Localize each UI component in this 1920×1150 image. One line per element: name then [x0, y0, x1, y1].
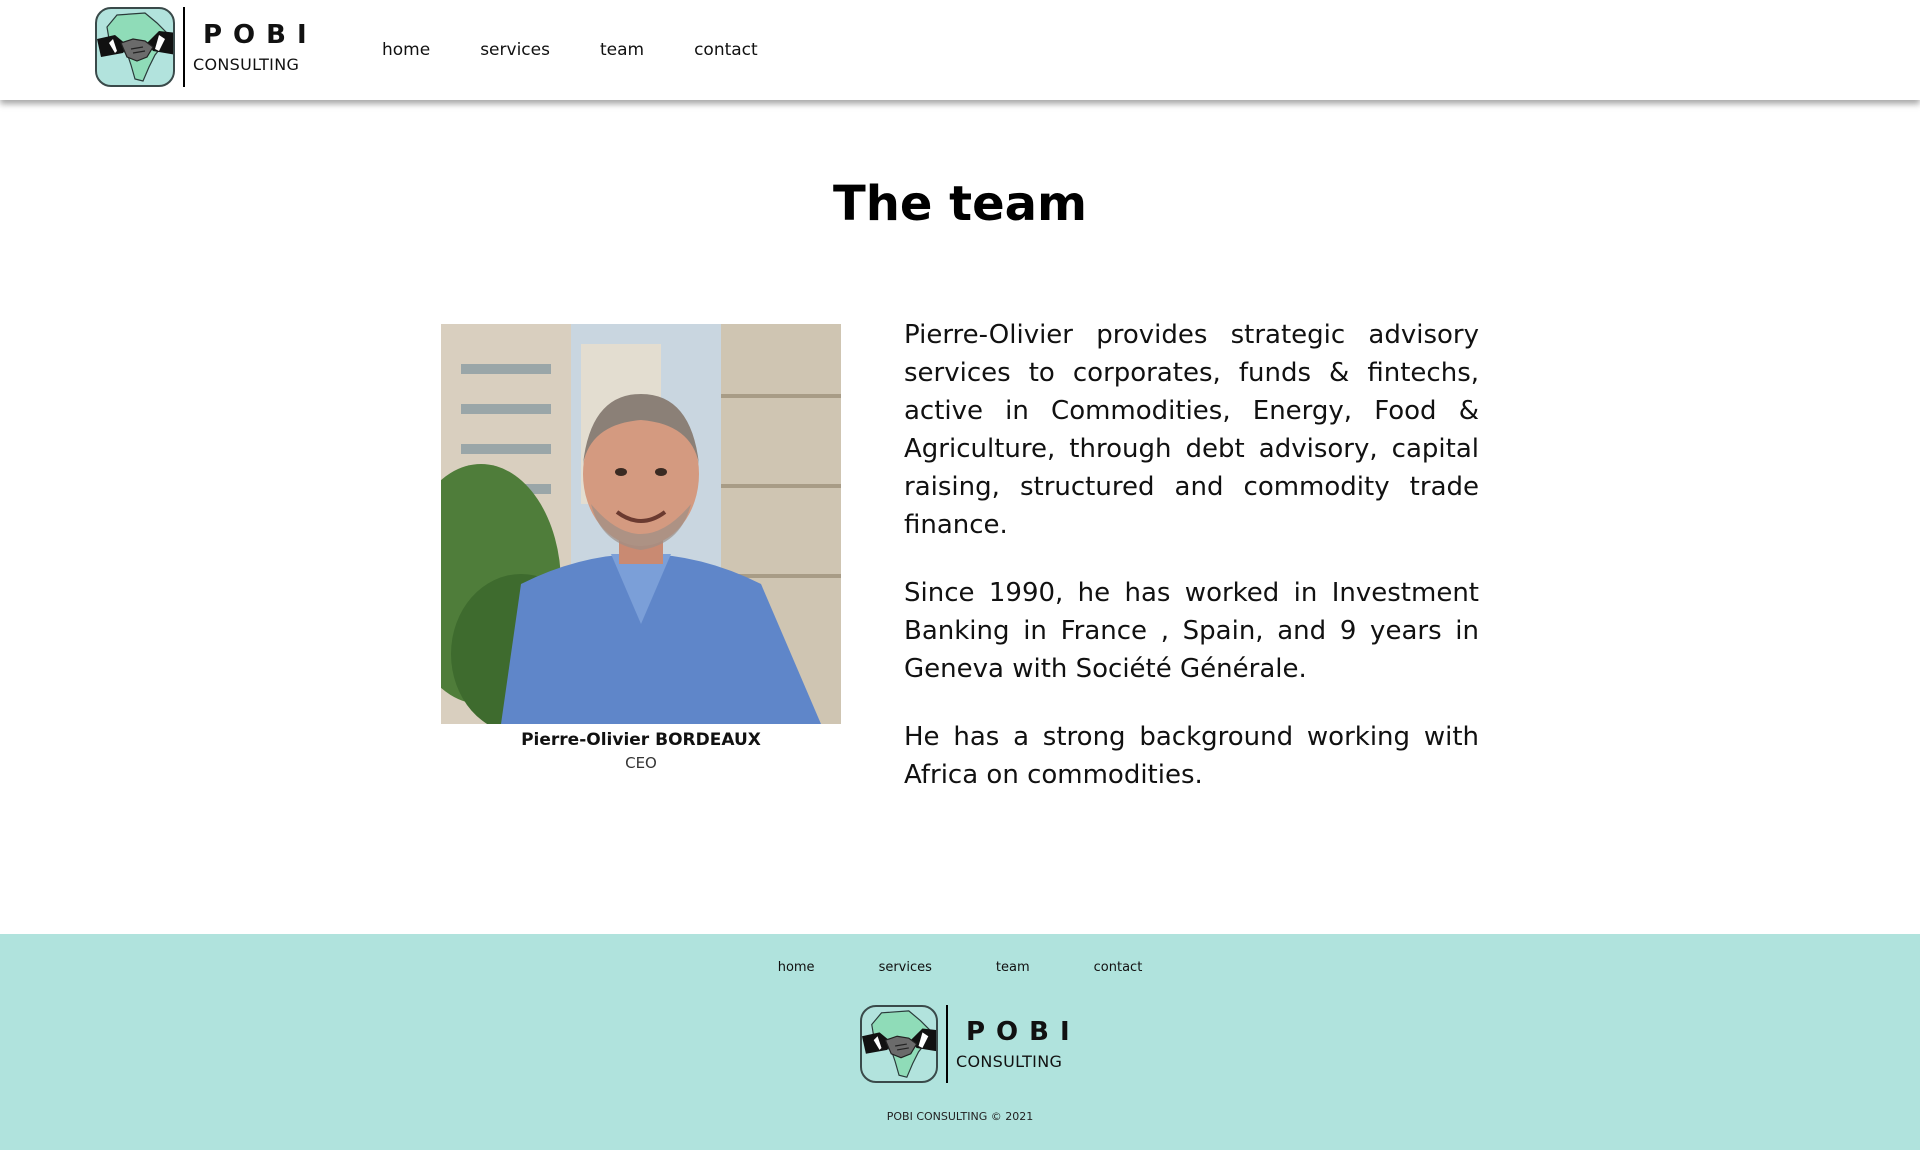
nav-team[interactable]: team: [600, 38, 644, 62]
logo-subtitle: CONSULTING: [193, 55, 300, 74]
footer-nav-contact[interactable]: contact: [1094, 960, 1143, 975]
site-footer: home services team contact POBI CONSULTI…: [0, 934, 1920, 1150]
site-header: POBI CONSULTING home services team conta…: [0, 0, 1920, 100]
bio-paragraph: Since 1990, he has worked in Investment …: [904, 578, 1479, 684]
footer-nav-team[interactable]: team: [996, 960, 1030, 975]
logo-divider: [946, 1005, 948, 1083]
header-logo[interactable]: POBI CONSULTING: [95, 7, 318, 87]
logo-subtitle: CONSULTING: [956, 1052, 1063, 1071]
handshake-africa-icon: [860, 1005, 938, 1083]
nav-services[interactable]: services: [480, 38, 550, 62]
member-photo: [441, 324, 841, 724]
footer-nav-home[interactable]: home: [778, 960, 815, 975]
main-nav: home services team contact: [382, 38, 808, 62]
copyright-text: POBI CONSULTING © 2021: [886, 1110, 1034, 1123]
logo-title: POBI: [966, 1017, 1081, 1047]
logo-title: POBI: [203, 20, 318, 50]
handshake-africa-icon: [95, 7, 175, 87]
page-title: The team: [832, 176, 1088, 232]
bio-paragraph: He has a strong background working with …: [904, 722, 1479, 790]
footer-nav-services[interactable]: services: [879, 960, 932, 975]
member-name: Pierre-Olivier BORDEAUX: [521, 730, 761, 750]
member-bio: Pierre-Olivier provides strategic adviso…: [904, 316, 1479, 824]
nav-contact[interactable]: contact: [694, 38, 758, 62]
member-role: CEO: [625, 754, 657, 772]
bio-paragraph: Pierre-Olivier provides strategic adviso…: [904, 320, 1479, 540]
logo-divider: [183, 7, 185, 87]
footer-nav: home services team contact: [0, 960, 1920, 975]
footer-logo[interactable]: POBI CONSULTING: [860, 1005, 1081, 1083]
nav-home[interactable]: home: [382, 38, 430, 62]
